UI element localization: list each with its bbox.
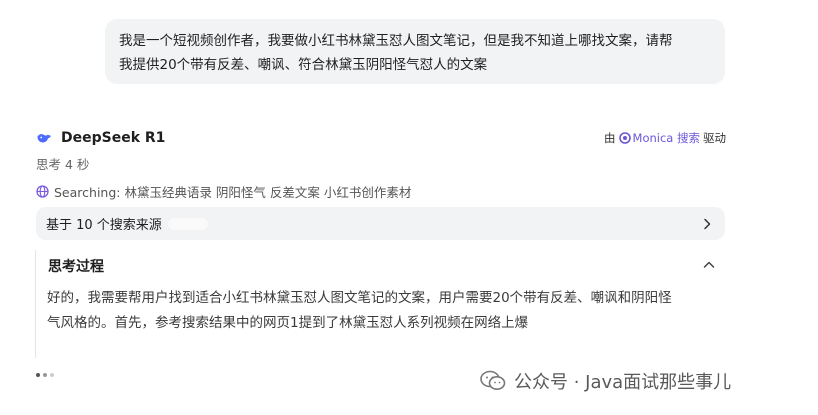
- search-sources-button[interactable]: 基于 10 个搜索来源: [36, 207, 725, 240]
- thinking-line-2: 气风格的。首先，参考搜索结果中的网页1提到了林黛玉怼人系列视频在网络上爆: [47, 315, 529, 331]
- monica-icon: [618, 132, 631, 144]
- user-message-bubble: 我是一个短视频创作者，我要做小红书林黛玉怼人图文笔记，但是我不知道上哪找文案，请…: [105, 19, 725, 84]
- powered-by-prefix: 由: [604, 131, 616, 145]
- thinking-process-panel: 思考过程 好的，我需要帮用户找到适合小红书林黛玉怼人图文笔记的文案，用户需要20…: [35, 250, 726, 358]
- monica-search-link[interactable]: Monica 搜索: [633, 130, 700, 146]
- loading-dot: [43, 373, 47, 377]
- user-message-line-2: 我提供20个带有反差、嘲讽、符合林黛玉阴阳怪气怼人的文案: [119, 57, 488, 73]
- thinking-text: 好的，我需要帮用户找到适合小红书林黛玉怼人图文笔记的文案，用户需要20个带有反差…: [47, 286, 687, 336]
- powered-by-note: 由 Monica 搜索 驱动: [604, 130, 726, 146]
- response-header: DeepSeek R1 由 Monica 搜索 驱动: [36, 126, 726, 150]
- loading-dot: [50, 373, 54, 377]
- source-favicons: [167, 217, 208, 230]
- chevron-right-icon: [701, 218, 713, 230]
- thinking-title: 思考过程: [48, 259, 104, 275]
- sources-label: 基于 10 个搜索来源: [46, 218, 162, 233]
- powered-by-suffix: 驱动: [703, 131, 726, 145]
- user-message-line-1: 我是一个短视频创作者，我要做小红书林黛玉怼人图文笔记，但是我不知道上哪找文案，请…: [119, 33, 673, 49]
- thinking-line-1: 好的，我需要帮用户找到适合小红书林黛玉怼人图文笔记的文案，用户需要20个带有反差…: [47, 290, 672, 306]
- chevron-up-icon[interactable]: [702, 258, 716, 272]
- watermark-text: 公众号 · Java面试那些事儿: [514, 372, 732, 393]
- loading-dot: [36, 373, 40, 377]
- model-name: DeepSeek R1: [61, 130, 166, 146]
- globe-icon: [36, 184, 49, 198]
- wechat-icon: [480, 370, 506, 392]
- searching-status: Searching: 林黛玉经典语录 阴阳怪气 反差文案 小红书创作素材: [36, 181, 411, 201]
- chat-page: 我是一个短视频创作者，我要做小红书林黛玉怼人图文笔记，但是我不知道上哪找文案，请…: [0, 0, 818, 415]
- watermark: 公众号 · Java面试那些事儿: [480, 366, 731, 396]
- loading-indicator: [36, 373, 54, 377]
- deepseek-whale-icon: [36, 130, 52, 146]
- think-time-label: 思考 4 秒: [36, 157, 90, 172]
- searching-text: Searching: 林黛玉经典语录 阴阳怪气 反差文案 小红书创作素材: [54, 184, 412, 200]
